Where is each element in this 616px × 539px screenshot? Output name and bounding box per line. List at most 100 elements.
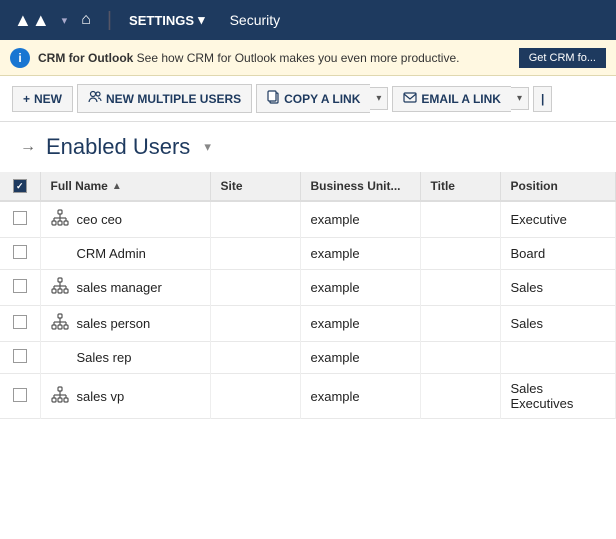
row-checkbox-cell[interactable] <box>0 342 40 374</box>
copy-icon <box>267 90 280 107</box>
row-checkbox[interactable] <box>13 315 27 329</box>
users-icon <box>88 90 102 107</box>
business-unit-cell: example <box>300 374 420 419</box>
title-cell <box>420 306 500 342</box>
fullname-cell: Sales rep <box>40 342 210 374</box>
copy-link-dropdown: COPY A LINK ▾ <box>256 84 388 113</box>
table-row[interactable]: sales vp example Sales Executives <box>0 374 616 419</box>
action-toolbar: + NEW NEW MULTIPLE USERS COPY A LINK ▾ <box>0 76 616 122</box>
copy-link-label: COPY A LINK <box>284 92 360 106</box>
table-row[interactable]: CRM Admin example Board <box>0 238 616 270</box>
title-label: Title <box>431 179 455 193</box>
page-title: Enabled Users <box>46 134 190 160</box>
logo-chevron-icon[interactable]: ▾ <box>60 14 70 27</box>
business-unit-cell: example <box>300 270 420 306</box>
position-cell: Executive <box>500 201 616 238</box>
table-row[interactable]: ceo ceo example Executive <box>0 201 616 238</box>
business-unit-cell: example <box>300 306 420 342</box>
position-cell: Board <box>500 238 616 270</box>
settings-chevron-icon: ▾ <box>198 12 205 28</box>
fullname-cell: sales person <box>40 306 210 342</box>
select-all-column[interactable] <box>0 172 40 201</box>
settings-menu[interactable]: SETTINGS ▾ <box>120 7 214 33</box>
copy-link-button[interactable]: COPY A LINK <box>256 84 370 113</box>
home-icon[interactable]: ⌂ <box>73 11 99 29</box>
row-checkbox-cell[interactable] <box>0 374 40 419</box>
business-unit-cell: example <box>300 201 420 238</box>
business-unit-label: Business Unit... <box>311 179 401 193</box>
site-label: Site <box>221 179 243 193</box>
crm-outlook-banner: i CRM for Outlook See how CRM for Outloo… <box>0 40 616 76</box>
business-unit-cell: example <box>300 238 420 270</box>
fullname-cell: sales manager <box>40 270 210 306</box>
app-logo[interactable]: ▲▲ <box>8 10 56 31</box>
title-column-header[interactable]: Title <box>420 172 500 201</box>
position-cell: Sales <box>500 306 616 342</box>
site-cell <box>210 238 300 270</box>
business-unit-column-header[interactable]: Business Unit... <box>300 172 420 201</box>
row-checkbox[interactable] <box>13 211 27 225</box>
position-label: Position <box>511 179 558 193</box>
fullname-value: sales manager <box>77 280 162 295</box>
user-hierarchy-icon <box>51 386 69 407</box>
business-unit-cell: example <box>300 342 420 374</box>
title-cell <box>420 342 500 374</box>
title-cell <box>420 270 500 306</box>
get-crm-button[interactable]: Get CRM fo... <box>519 48 606 68</box>
email-link-button[interactable]: EMAIL A LINK <box>392 86 511 112</box>
title-cell <box>420 238 500 270</box>
site-column-header[interactable]: Site <box>210 172 300 201</box>
sort-asc-icon: ▲ <box>112 181 122 192</box>
table-row[interactable]: sales person example Sales <box>0 306 616 342</box>
position-cell: Sales Executives <box>500 374 616 419</box>
row-checkbox-cell[interactable] <box>0 306 40 342</box>
site-cell <box>210 342 300 374</box>
banner-message: See how CRM for Outlook makes you even m… <box>137 51 460 65</box>
settings-label: SETTINGS <box>129 13 194 28</box>
fullname-value: CRM Admin <box>77 246 146 261</box>
user-hierarchy-icon <box>51 277 69 298</box>
new-multiple-users-button[interactable]: NEW MULTIPLE USERS <box>77 84 252 113</box>
row-checkbox-cell[interactable] <box>0 238 40 270</box>
position-column-header[interactable]: Position <box>500 172 616 201</box>
row-checkbox[interactable] <box>13 388 27 402</box>
row-checkbox[interactable] <box>13 279 27 293</box>
fullname-cell: sales vp <box>40 374 210 419</box>
banner-text: CRM for Outlook See how CRM for Outlook … <box>38 51 511 65</box>
page-header: → Enabled Users ▾ <box>0 122 616 168</box>
table-body: ceo ceo example Executive CRM Admin example B… <box>0 201 616 419</box>
site-cell <box>210 270 300 306</box>
table-row[interactable]: Sales rep example <box>0 342 616 374</box>
row-checkbox[interactable] <box>13 349 27 363</box>
title-cell <box>420 201 500 238</box>
new-label: NEW <box>34 92 62 106</box>
copy-link-dropdown-arrow[interactable]: ▾ <box>370 87 388 110</box>
select-all-checkbox[interactable] <box>13 179 27 193</box>
more-icon: | <box>541 92 544 106</box>
email-link-dropdown-arrow[interactable]: ▾ <box>511 87 529 110</box>
row-checkbox-cell[interactable] <box>0 201 40 238</box>
row-checkbox-cell[interactable] <box>0 270 40 306</box>
fullname-column-header[interactable]: Full Name ▲ <box>40 172 210 201</box>
title-cell <box>420 374 500 419</box>
more-button[interactable]: | <box>533 86 552 112</box>
email-icon <box>403 92 417 106</box>
fullname-cell: CRM Admin <box>40 238 210 270</box>
site-cell <box>210 374 300 419</box>
table-row[interactable]: sales managerexampleSales <box>0 270 616 306</box>
email-link-label: EMAIL A LINK <box>421 92 501 106</box>
page-title-chevron-icon[interactable]: ▾ <box>204 139 211 155</box>
info-icon: i <box>10 48 30 68</box>
fullname-label: Full Name <box>51 179 108 193</box>
user-hierarchy-icon <box>51 313 69 334</box>
new-multiple-label: NEW MULTIPLE USERS <box>106 92 241 106</box>
new-icon: + <box>23 92 30 106</box>
row-checkbox[interactable] <box>13 245 27 259</box>
fullname-value: Sales rep <box>77 350 132 365</box>
top-navigation: ▲▲ ▾ ⌂ | SETTINGS ▾ Security <box>0 0 616 40</box>
new-button[interactable]: + NEW <box>12 86 73 112</box>
fullname-cell: ceo ceo <box>40 201 210 238</box>
table-header: Full Name ▲ Site Business Unit... Title … <box>0 172 616 201</box>
user-hierarchy-icon <box>51 209 69 230</box>
pin-icon[interactable]: → <box>20 138 36 156</box>
